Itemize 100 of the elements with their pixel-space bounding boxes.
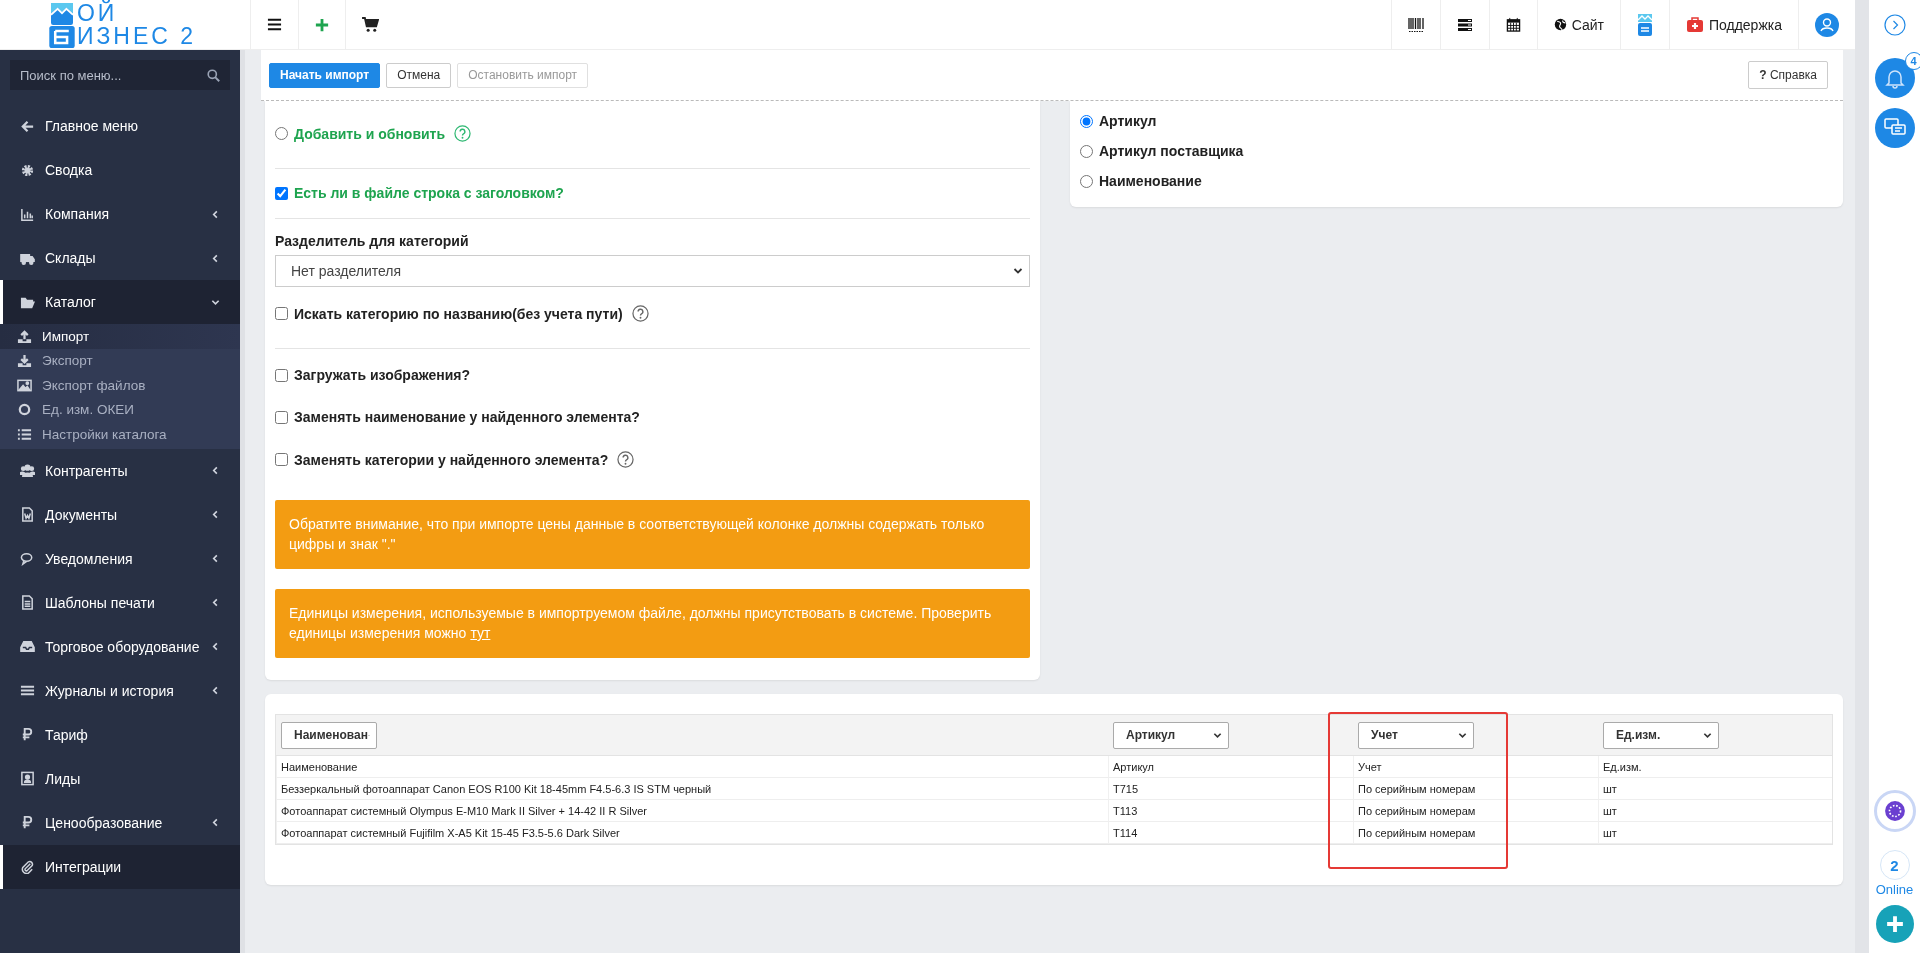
warning-notice: Обратите внимание, что при импорте цены данные в соответствующей колонке должны содержать только цифры и знак "." [275, 500, 1030, 569]
checkbox[interactable] [275, 368, 288, 382]
help-button[interactable]: ? Справка [1748, 61, 1828, 89]
help-icon[interactable] [617, 451, 635, 468]
column-header: Наименование [276, 756, 1108, 778]
sidebar-item[interactable]: Сводка [0, 148, 240, 192]
column-select[interactable]: Учет [1358, 721, 1474, 749]
submenu-item[interactable]: Ед. изм. ОКЕИ [0, 397, 240, 422]
radio-button[interactable] [1080, 174, 1093, 188]
first-aid-kit-icon [1685, 16, 1704, 33]
sidebar-item[interactable]: Контрагенты [0, 448, 240, 493]
sidebar-item[interactable]: Торговое оборудование [0, 624, 240, 669]
table-cell: По серийным номерам [1353, 800, 1598, 822]
sidebar-item[interactable]: Уведомления [0, 536, 240, 581]
table-cell: шт [1598, 778, 1832, 800]
submenu-item[interactable]: Настройки каталога [0, 422, 240, 447]
paperclip-icon [20, 859, 35, 874]
checkbox[interactable] [275, 186, 288, 200]
sidebar-item[interactable]: Интеграции [0, 844, 240, 889]
logo-text: ИЗНЕС 2 [76, 24, 197, 48]
table-cell: шт [1598, 800, 1832, 822]
checkbox[interactable] [275, 410, 288, 424]
circle-icon [17, 402, 32, 418]
sidebar-item[interactable]: Документы [0, 492, 240, 537]
inbox-icon [20, 639, 35, 654]
option-label: Наименование [1099, 173, 1202, 189]
column-header: Артикул [1108, 756, 1353, 778]
sidebar-item[interactable]: Журналы и история [0, 668, 240, 713]
table-cell: Фотоаппарат системный Fujifilm X-A5 Kit 15-45 F3.5-5.6 Dark Silver [276, 822, 1108, 844]
table-cell: шт [1598, 822, 1832, 844]
table-cell: T715 [1108, 778, 1353, 800]
separator-select[interactable]: Нет разделителя [275, 255, 1030, 287]
contact-card-icon [20, 771, 35, 786]
download-icon [17, 353, 32, 369]
submenu-item[interactable]: Импорт [0, 324, 240, 349]
table-cell: Фотоаппарат системный Olympus E-M10 Mark II Silver + 14-42 II R Silver [276, 800, 1108, 822]
option-label: Артикул поставщика [1099, 143, 1244, 159]
online-label: Online [1875, 882, 1914, 897]
upload-icon [17, 328, 32, 344]
notifications-button[interactable] [1874, 58, 1915, 98]
avatar-icon[interactable] [1815, 12, 1839, 37]
sidebar-item[interactable]: Тариф [0, 712, 240, 757]
site-link[interactable]: Сайт [1536, 0, 1620, 49]
help-icon[interactable] [631, 305, 649, 322]
submenu-item[interactable]: Экспорт [0, 348, 240, 373]
column-select[interactable]: Наименован [281, 721, 377, 749]
checkbox[interactable] [275, 307, 288, 320]
bar-chart-icon [20, 206, 35, 222]
radio-button[interactable] [1080, 144, 1093, 158]
ruble-icon [20, 815, 35, 830]
gear-icon [20, 162, 35, 178]
sidebar-item[interactable]: Лиды [0, 756, 240, 801]
table-cell: T113 [1108, 800, 1353, 822]
help-icon[interactable] [454, 125, 472, 142]
document-icon [20, 507, 35, 522]
radio-button[interactable] [275, 127, 288, 140]
toolbar-button[interactable]: Отмена [386, 62, 452, 88]
sidebar-item[interactable]: Компания [0, 192, 240, 236]
warning-notice: Единицы измерения, используемые в импортруемом файле, должны присутствовать в системе. Проверить единицы измерения можно тут [275, 589, 1030, 658]
support-link[interactable]: Поддержка [1668, 0, 1798, 49]
option-label: Заменять категории у найденного элемента? [294, 451, 609, 468]
option-label: Добавить и обновить [294, 125, 446, 142]
file-icon [20, 595, 35, 610]
logo-text: ОЙ [76, 1, 118, 25]
search-icon[interactable] [207, 69, 220, 82]
sidebar-item[interactable]: Шаблоны печати [0, 580, 240, 625]
arrow-left-icon [20, 118, 35, 134]
add-button[interactable] [1875, 905, 1914, 943]
sidebar-item[interactable]: Склады [0, 236, 240, 280]
column-header: Учет [1353, 756, 1598, 778]
menu-search-field[interactable]: Поиск по меню... [10, 60, 230, 90]
globe-icon [1553, 18, 1567, 31]
chat-icon [20, 551, 35, 566]
column-select[interactable]: Артикул [1113, 721, 1229, 749]
sidebar-item[interactable]: Ценообразование [0, 800, 240, 845]
column-select[interactable]: Ед.изм. [1603, 721, 1719, 749]
table-cell: По серийным номерам [1353, 822, 1598, 844]
radio-button[interactable] [1080, 114, 1093, 128]
option-label: Артикул [1099, 113, 1157, 129]
toolbar-button[interactable]: Начать импорт [269, 62, 381, 88]
option-label: Искать категорию по названию(без учета пути) [294, 305, 623, 322]
expand-icon[interactable] [1883, 14, 1906, 36]
table-cell: Беззеркальный фотоаппарат Canon EOS R100 Kit 18-45mm F4.5-6.3 IS STM черный [276, 778, 1108, 800]
column-header: Ед.изм. [1598, 756, 1832, 778]
image-icon [17, 377, 32, 393]
sidebar-item[interactable]: Главное меню [0, 104, 240, 148]
dotted-circle-icon [1883, 800, 1906, 822]
checkbox[interactable] [275, 453, 288, 466]
notification-count: 4 [1904, 52, 1920, 70]
menu-icon [20, 683, 35, 698]
table-cell: T114 [1108, 822, 1353, 844]
table-cell: По серийным номерам [1353, 778, 1598, 800]
field-label: Разделитель для категорий [275, 233, 470, 249]
list-icon [17, 426, 32, 442]
chat-button[interactable] [1874, 108, 1915, 148]
ruble-icon [20, 727, 35, 742]
sidebar-item[interactable]: Каталог [0, 280, 240, 324]
assistant-widget[interactable] [1873, 790, 1916, 832]
submenu-item[interactable]: Экспорт файлов [0, 373, 240, 398]
option-label: Заменять наименование у найденного элемента? [294, 409, 640, 425]
